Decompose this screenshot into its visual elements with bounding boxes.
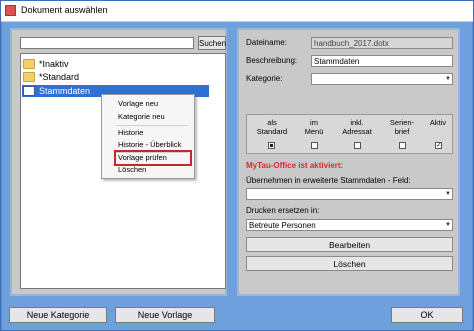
- chevron-down-icon: ▼: [445, 222, 451, 228]
- option-label-line1: im: [310, 118, 318, 127]
- tree-item-label: Stammdaten: [39, 86, 91, 96]
- option-label-line1: Aktiv: [429, 118, 447, 127]
- window-title: Dokument auswählen: [21, 5, 108, 15]
- chevron-down-icon: ▼: [445, 191, 451, 197]
- print-value: Betreute Personen: [249, 221, 316, 230]
- option-serienbrief: Serien- brief: [385, 118, 419, 136]
- checkbox-aktiv[interactable]: [435, 141, 442, 149]
- checkbox-inkl-adressat[interactable]: [354, 142, 361, 149]
- context-item-historie[interactable]: Historie: [118, 128, 143, 138]
- category-dropdown[interactable]: ▼: [311, 73, 453, 85]
- context-item-historie-ueberblick[interactable]: Historie - Überblick: [118, 140, 181, 150]
- tree-item-inaktiv[interactable]: *Inaktiv: [23, 58, 69, 70]
- checkbox-als-standard[interactable]: [268, 142, 275, 149]
- description-field[interactable]: Stammdaten: [311, 55, 453, 67]
- option-label-line1: Serien-: [389, 118, 415, 127]
- description-label: Beschreibung:: [246, 56, 298, 65]
- context-separator: [116, 125, 188, 126]
- option-im-menue: im Menü: [299, 118, 329, 136]
- mytau-notice: MyTau-Office ist aktiviert:: [246, 161, 344, 170]
- option-label-line2: Adressat: [342, 127, 372, 136]
- filename-field: handbuch_2017.dotx: [311, 37, 453, 49]
- option-label-line2: brief: [394, 127, 410, 136]
- transfer-dropdown[interactable]: ▼: [246, 188, 453, 200]
- option-label-line1: inkl.: [350, 118, 364, 127]
- option-label-line1: als: [267, 118, 277, 127]
- new-category-button[interactable]: Neue Kategorie: [9, 307, 107, 323]
- chevron-down-icon: ▼: [445, 76, 451, 82]
- dialog-window: Dokument auswählen Suchen *Inaktiv *Stan…: [0, 0, 474, 331]
- dialog-client-area: Suchen *Inaktiv *Standard Stammdaten Vor…: [2, 22, 472, 330]
- tree-item-standard[interactable]: *Standard: [23, 71, 79, 83]
- category-label: Kategorie:: [246, 74, 283, 83]
- print-label: Drucken ersetzen in:: [246, 206, 320, 215]
- search-input[interactable]: [20, 37, 194, 49]
- template-browser-panel: Suchen *Inaktiv *Standard Stammdaten Vor…: [10, 28, 227, 296]
- option-aktiv: Aktiv: [425, 118, 451, 127]
- context-item-kategorie-neu[interactable]: Kategorie neu: [118, 112, 165, 122]
- folder-icon: [23, 59, 35, 69]
- edit-button[interactable]: Bearbeiten: [246, 237, 453, 252]
- option-inkl-adressat: inkl. Adressat: [338, 118, 376, 136]
- checkbox-serienbrief[interactable]: [399, 142, 406, 149]
- title-bar: Dokument auswählen: [1, 1, 473, 22]
- search-button[interactable]: Suchen: [198, 36, 226, 50]
- ok-button[interactable]: OK: [391, 307, 463, 323]
- option-label-line2: Menü: [304, 127, 324, 136]
- option-als-standard: als Standard: [255, 118, 289, 136]
- tree-item-label: *Inaktiv: [39, 59, 69, 69]
- app-icon: [5, 5, 16, 16]
- tree-item-label: *Standard: [39, 72, 80, 82]
- context-item-vorlage-neu[interactable]: Vorlage neu: [118, 99, 158, 109]
- new-template-button[interactable]: Neue Vorlage: [115, 307, 215, 323]
- template-tree[interactable]: *Inaktiv *Standard Stammdaten Vorlage ne…: [20, 53, 226, 289]
- option-label-line2: Standard: [256, 127, 288, 136]
- folder-icon: [23, 72, 35, 82]
- transfer-label: Übernehmen in erweiterte Stammdaten - Fe…: [246, 176, 411, 185]
- filename-label: Dateiname:: [246, 38, 287, 47]
- checkbox-im-menue[interactable]: [311, 142, 318, 149]
- highlight-box: [114, 150, 192, 166]
- print-dropdown[interactable]: Betreute Personen ▼: [246, 219, 453, 231]
- context-menu: Vorlage neu Kategorie neu Historie Histo…: [101, 94, 195, 179]
- delete-button[interactable]: Löschen: [246, 256, 453, 271]
- context-item-loeschen[interactable]: Löschen: [118, 165, 146, 175]
- template-details-panel: Dateiname: handbuch_2017.dotx Beschreibu…: [237, 28, 460, 296]
- options-box: als Standard im Menü inkl. Adressat Seri…: [246, 114, 453, 154]
- document-icon: [23, 86, 35, 96]
